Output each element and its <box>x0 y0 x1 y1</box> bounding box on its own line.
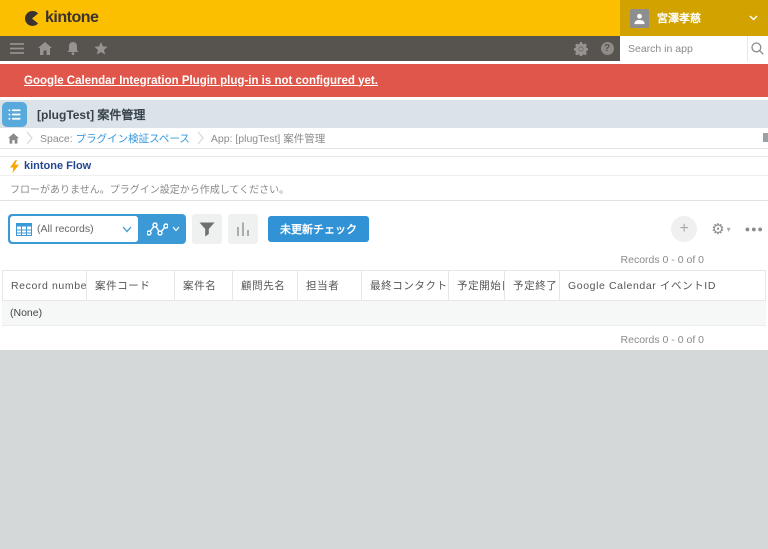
settings-gear-icon[interactable] <box>568 36 594 61</box>
column-header-assignee: 担当者 <box>298 271 362 301</box>
favorites-star-icon[interactable] <box>88 36 114 61</box>
add-record-button[interactable]: + <box>671 216 697 242</box>
chevron-down-icon: ▾ <box>727 225 731 234</box>
kintone-flow-title: kintone Flow <box>24 160 91 172</box>
breadcrumb-home-icon[interactable] <box>8 133 19 144</box>
search-icon[interactable] <box>747 36 768 61</box>
app-settings-gear-icon[interactable]: ⚙▾ <box>711 220 730 238</box>
view-selector-group: (All records) <box>8 214 186 244</box>
breadcrumb-space-item: Space: プラグイン検証スペース <box>40 131 190 146</box>
kintone-flow-header: kintone Flow <box>0 157 768 176</box>
gnav-left-icons <box>0 36 114 61</box>
breadcrumb-separator-icon <box>197 131 204 145</box>
home-icon[interactable] <box>32 36 58 61</box>
user-avatar <box>630 9 649 28</box>
user-menu[interactable]: 宮澤孝慈 <box>620 0 768 36</box>
breadcrumb-app-item: App: [plugTest] 案件管理 <box>211 131 325 146</box>
kintone-flow-panel: kintone Flow フローがありません。プラグイン設定から作成してください… <box>0 156 768 201</box>
table-view-icon <box>16 223 32 236</box>
breadcrumb-right-cropped-icon <box>763 133 768 142</box>
column-header-case-code: 案件コード <box>87 271 175 301</box>
kintone-logo-icon <box>24 10 41 27</box>
column-header-last-contact-date: 最終コンタクト日 <box>362 271 449 301</box>
view-selector-label: (All records) <box>37 223 117 235</box>
column-header-client-name: 顧問先名 <box>233 271 298 301</box>
app-search <box>620 36 768 61</box>
breadcrumb-space-prefix: Space: <box>40 133 76 145</box>
help-question-glyph: ? <box>601 42 614 55</box>
table-header-row: Record number 案件コード 案件名 顧問先名 担当者 最終コンタクト… <box>3 271 766 301</box>
record-table: Record number 案件コード 案件名 顧問先名 担当者 最終コンタクト… <box>2 270 766 301</box>
unupdated-check-button[interactable]: 未更新チェック <box>268 216 369 242</box>
chevron-down-icon <box>122 226 132 233</box>
breadcrumb-space-link[interactable]: プラグイン検証スペース <box>76 133 190 145</box>
table-group-row-none: (None) <box>2 301 766 326</box>
view-toolbar-right: + ⚙▾ ●●● <box>671 216 760 242</box>
lightning-bolt-icon <box>10 160 19 173</box>
app-title: [plugTest] 案件管理 <box>37 106 145 123</box>
page-background <box>0 350 768 549</box>
chevron-down-icon <box>749 15 758 21</box>
app-icon[interactable] <box>2 102 27 127</box>
column-header-planned-start: 予定開始日時 <box>449 271 505 301</box>
column-header-gcal-event-id: Google Calendar イベントID <box>560 271 766 301</box>
chart-button[interactable] <box>228 214 258 244</box>
column-header-case-name: 案件名 <box>175 271 233 301</box>
column-header-record-number: Record number <box>3 271 87 301</box>
kintone-logo[interactable]: kintone <box>0 0 98 36</box>
user-name: 宮澤孝慈 <box>657 10 741 26</box>
view-toolbar: (All records) 未更新チェック + ⚙▾ ●●● <box>0 214 768 244</box>
kintone-logo-text: kintone <box>45 9 98 27</box>
gnav-right: ? <box>568 36 768 61</box>
kintone-flow-body: フローがありません。プラグイン設定から作成してください。 <box>0 176 768 200</box>
flow-empty-message: フローがありません。プラグイン設定から作成してください。 <box>10 181 289 196</box>
notification-bell-icon[interactable] <box>60 36 86 61</box>
records-count-top: Records 0 - 0 of 0 <box>0 254 768 266</box>
plugin-config-link[interactable]: Google Calendar Integration Plugin plug-… <box>24 75 378 87</box>
help-icon[interactable]: ? <box>594 36 620 61</box>
breadcrumb: Space: プラグイン検証スペース App: [plugTest] 案件管理 <box>0 128 768 149</box>
search-input[interactable] <box>620 36 747 61</box>
records-count-bottom: Records 0 - 0 of 0 <box>0 334 768 346</box>
view-selector[interactable]: (All records) <box>10 216 138 242</box>
app-titlebar: [plugTest] 案件管理 <box>0 100 768 128</box>
flow-chart-view-button[interactable] <box>140 222 186 237</box>
column-header-planned-end: 予定終了日時 <box>505 271 560 301</box>
breadcrumb-separator-icon <box>26 131 33 145</box>
plugin-error-banner: Google Calendar Integration Plugin plug-… <box>0 64 768 97</box>
top-header: kintone 宮澤孝慈 <box>0 0 768 36</box>
hamburger-menu-icon[interactable] <box>4 36 30 61</box>
more-options-button[interactable]: ●●● <box>745 224 764 234</box>
filter-button[interactable] <box>192 214 222 244</box>
global-nav: ? <box>0 36 768 61</box>
